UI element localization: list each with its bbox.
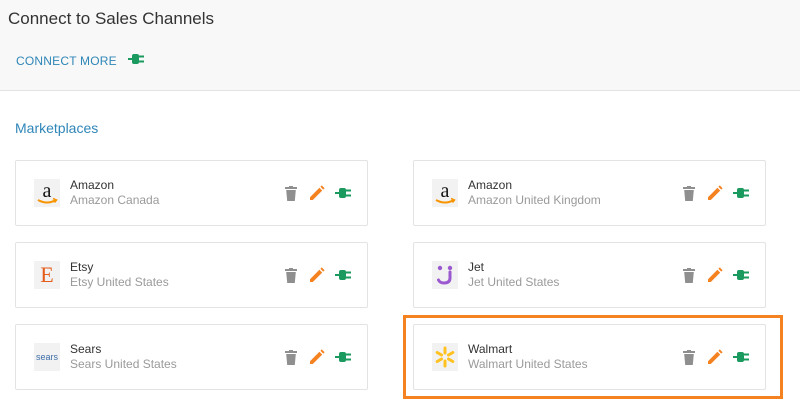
section-title-marketplaces: Marketplaces	[15, 120, 99, 136]
card-actions	[281, 347, 353, 367]
connect-plug-icon[interactable]	[731, 347, 751, 367]
card-actions	[679, 265, 751, 285]
channel-region: Etsy United States	[70, 275, 169, 289]
channel-card: sears Sears Sears United States	[15, 324, 368, 390]
channel-card: a Amazon Amazon United Kingdom	[413, 160, 766, 226]
channel-name: Amazon	[468, 178, 513, 192]
channel-name: Amazon	[70, 178, 115, 192]
svg-text:a: a	[441, 180, 450, 202]
svg-text:a: a	[43, 180, 52, 202]
walmart-logo-icon	[432, 343, 458, 371]
sears-logo-icon: sears	[34, 343, 60, 371]
connect-more-label: CONNECT MORE	[16, 54, 117, 68]
trash-icon[interactable]	[679, 183, 699, 203]
channel-name: Sears	[70, 342, 102, 356]
connect-plug-icon[interactable]	[333, 183, 353, 203]
connect-plug-icon[interactable]	[333, 347, 353, 367]
trash-icon[interactable]	[679, 347, 699, 367]
page-header: Connect to Sales Channels CONNECT MORE	[0, 0, 800, 91]
connect-plug-icon[interactable]	[333, 265, 353, 285]
channel-card: Walmart Walmart United States	[413, 324, 766, 390]
card-actions	[679, 347, 751, 367]
trash-icon[interactable]	[281, 347, 301, 367]
trash-icon[interactable]	[281, 183, 301, 203]
card-actions	[679, 183, 751, 203]
trash-icon[interactable]	[281, 265, 301, 285]
etsy-logo-letter: E	[40, 262, 54, 287]
edit-pencil-icon[interactable]	[307, 347, 327, 367]
card-actions	[281, 265, 353, 285]
amazon-logo-icon: a	[432, 179, 458, 207]
channel-card: E Etsy Etsy United States	[15, 242, 368, 308]
channel-region: Sears United States	[70, 357, 177, 371]
edit-pencil-icon[interactable]	[705, 265, 725, 285]
amazon-logo-icon: a	[34, 179, 60, 207]
etsy-logo-icon: E	[34, 261, 60, 289]
connect-plug-icon[interactable]	[731, 265, 751, 285]
connect-plug-icon[interactable]	[731, 183, 751, 203]
channel-card: Jet Jet United States	[413, 242, 766, 308]
channel-name: Jet	[468, 260, 485, 274]
channel-region: Jet United States	[468, 275, 560, 289]
channel-name: Etsy	[70, 260, 94, 274]
channel-region: Amazon Canada	[70, 193, 160, 207]
page-title: Connect to Sales Channels	[8, 9, 215, 28]
channel-region: Amazon United Kingdom	[468, 193, 601, 207]
edit-pencil-icon[interactable]	[307, 183, 327, 203]
edit-pencil-icon[interactable]	[705, 347, 725, 367]
edit-pencil-icon[interactable]	[705, 183, 725, 203]
sears-logo-text: sears	[35, 351, 58, 362]
edit-pencil-icon[interactable]	[307, 265, 327, 285]
trash-icon[interactable]	[679, 265, 699, 285]
card-actions	[281, 183, 353, 203]
connect-more-button[interactable]: CONNECT MORE	[16, 52, 145, 70]
jet-logo-icon	[432, 261, 458, 289]
plug-icon	[127, 52, 145, 70]
channel-region: Walmart United States	[468, 357, 588, 371]
channel-card: a Amazon Amazon Canada	[15, 160, 368, 226]
channel-name: Walmart	[468, 342, 513, 356]
